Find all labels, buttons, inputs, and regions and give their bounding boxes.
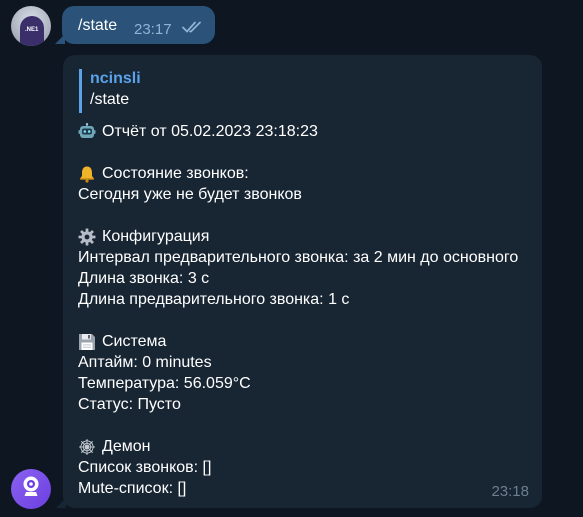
daemon-mute-line: Mute-список: []	[78, 480, 187, 497]
robot-icon	[78, 122, 96, 141]
bell-icon	[78, 165, 96, 183]
bells-header-text: Состояние звонков:	[102, 165, 249, 182]
double-check-icon	[182, 20, 204, 39]
system-temp-line: Температура: 56.059°C	[78, 375, 251, 392]
reply-preview[interactable]: ncinsli /state	[79, 69, 141, 113]
avatar-tag: .NE1	[25, 27, 39, 33]
bubble-tail	[56, 498, 66, 508]
webcam-icon	[20, 475, 42, 504]
reply-text: /state	[90, 91, 130, 108]
bubble-tail	[55, 34, 65, 44]
daemon-list-line: Список звонков: []	[78, 459, 212, 476]
report-text: Отчёт от 05.02.2023 23:18:23	[102, 123, 318, 140]
system-uptime-line: Аптайм: 0 minutes	[78, 354, 212, 371]
system-header-line: Система	[78, 331, 538, 352]
incoming-message-time: 23:18	[491, 483, 529, 500]
system-status-line: Статус: Пусто	[78, 396, 181, 413]
outgoing-message-text: /state	[78, 17, 118, 34]
config-length-line: Длина звонка: 3 с	[78, 270, 210, 287]
bells-status-line: Сегодня уже не будет звонков	[78, 186, 302, 203]
config-header-text: Конфигурация	[102, 228, 210, 245]
daemon-header-line: Демон	[78, 436, 538, 457]
config-pre-length-line: Длина предварительного звонка: 1 с	[78, 291, 350, 308]
user-avatar[interactable]: .NE1	[11, 6, 51, 46]
config-header-line: Конфигурация	[78, 226, 538, 247]
spider-web-icon	[78, 438, 96, 456]
daemon-header-text: Демон	[102, 438, 151, 455]
reply-author: ncinsli	[90, 70, 141, 87]
outgoing-message[interactable]: /state 23:17	[55, 6, 215, 44]
config-interval-line: Интервал предварительного звонка: за 2 м…	[78, 249, 519, 266]
system-header-text: Система	[102, 333, 167, 350]
incoming-message[interactable]: ncinsli /state Отчёт от 05.02.2023 23:18…	[56, 55, 542, 508]
report-line: Отчёт от 05.02.2023 23:18:23	[78, 121, 538, 142]
bells-header-line: Состояние звонков:	[78, 163, 538, 184]
outgoing-message-time: 23:17	[134, 21, 172, 38]
bot-avatar[interactable]	[11, 469, 51, 509]
floppy-disk-icon	[78, 333, 96, 351]
gear-icon	[78, 228, 96, 246]
message-body: Отчёт от 05.02.2023 23:18:23 Состояние з…	[78, 121, 538, 499]
